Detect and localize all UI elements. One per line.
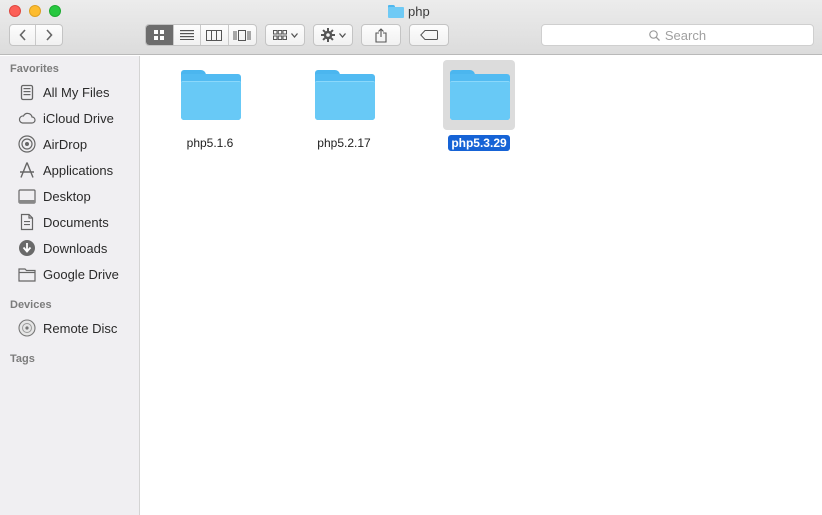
folder-icon-wrap [308,60,380,130]
cover-flow-view-button[interactable] [229,25,256,45]
sidebar-item-label: Documents [43,214,109,230]
chevron-down-icon [290,32,298,38]
sidebar-item-remote-disc[interactable]: Remote Disc [0,316,140,340]
forward-button[interactable] [36,25,62,45]
window-title-text: php [408,4,430,19]
airdrop-icon [18,135,36,153]
sidebar-item-desktop[interactable]: Desktop [0,184,140,208]
sidebar-item-label: Applications [43,162,114,178]
navigation-buttons [9,24,63,46]
sidebar-item-label: AirDrop [43,136,88,152]
sidebar-item-label: iCloud Drive [43,110,114,126]
search-placeholder: Search [664,27,707,43]
chevron-left-icon [18,29,26,41]
arrange-grid-icon [272,30,287,40]
documents-icon [18,213,36,231]
folder-icon [18,265,36,283]
downloads-icon [18,239,36,257]
sidebar-item-google-drive[interactable]: Google Drive [0,262,140,286]
search-field[interactable]: Search [541,24,814,46]
folder-name: php5.3.29 [429,135,529,151]
column-view-button[interactable] [201,25,229,45]
sidebar-item-label: All My Files [43,84,110,100]
toolbar: php Search [0,0,822,55]
sidebar: Favorites All My Files iCloud Drive AirD… [0,56,140,515]
search-icon [649,29,660,41]
tag-icon [420,30,438,40]
columns-icon [206,29,223,41]
folder-icon [388,5,404,18]
cover-flow-icon [233,29,251,41]
disc-icon [18,319,36,337]
minimize-window-button[interactable] [29,5,41,17]
applications-icon [18,161,36,179]
list-view-button[interactable] [174,25,201,45]
tags-section-title: Tags [10,353,35,365]
gear-icon [320,28,335,42]
sidebar-item-documents[interactable]: Documents [0,210,140,234]
folder-item-selected[interactable]: php5.3.29 [443,60,515,152]
list-icon [179,30,194,40]
folder-icon [450,70,510,120]
favorites-section-title: Favorites [10,63,59,75]
desktop-icon [18,187,36,205]
file-browser-content: php5.1.6 php5.2.17 php5.3.29 [141,56,822,515]
view-mode-control [145,24,257,46]
arrange-button[interactable] [265,24,305,46]
chevron-down-icon [338,32,346,38]
share-button[interactable] [361,24,401,46]
sidebar-item-all-my-files[interactable]: All My Files [0,80,140,104]
share-icon [375,27,387,43]
folder-name: php5.1.6 [186,136,234,150]
sidebar-item-icloud-drive[interactable]: iCloud Drive [0,106,140,130]
folder-icon-wrap [174,60,246,130]
sidebar-item-label: Google Drive [43,266,119,282]
devices-section-title: Devices [10,299,52,311]
zoom-window-button[interactable] [49,5,61,17]
sidebar-item-applications[interactable]: Applications [0,158,140,182]
folder-icon-wrap [443,60,515,130]
sidebar-item-label: Downloads [43,240,108,256]
all-files-icon [18,83,36,101]
folder-icon [181,70,241,120]
chevron-right-icon [46,29,53,41]
back-button[interactable] [10,25,36,45]
sidebar-item-label: Desktop [43,188,91,204]
sidebar-item-downloads[interactable]: Downloads [0,236,140,260]
icon-view-button[interactable] [146,25,174,45]
sidebar-item-label: Remote Disc [43,320,118,336]
cloud-icon [18,109,36,127]
folder-name: php5.2.17 [317,136,371,150]
window-title: php [388,3,430,20]
edit-tags-button[interactable] [409,24,449,46]
grid-icon [154,30,165,40]
sidebar-item-airdrop[interactable]: AirDrop [0,132,140,156]
folder-item[interactable]: php5.1.6 [174,60,246,152]
folder-icon [315,70,375,120]
folder-item[interactable]: php5.2.17 [308,60,380,152]
close-window-button[interactable] [9,5,21,17]
action-button[interactable] [313,24,353,46]
